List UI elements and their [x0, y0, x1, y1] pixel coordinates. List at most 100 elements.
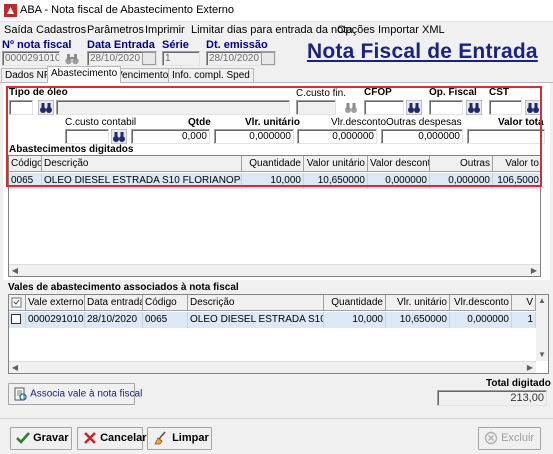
tipo-oleo-description-field[interactable] — [56, 100, 290, 115]
grid-header-quantidade[interactable]: Quantidade — [324, 295, 386, 311]
binoculars-icon[interactable] — [38, 100, 54, 115]
outras-despesas-label: Outras despesas — [386, 117, 462, 128]
cfop-label: CFOP — [364, 87, 392, 98]
table-cell[interactable]: 10,650000 — [386, 312, 450, 328]
menu-limitar-dias[interactable]: Limitar dias para entrada da nota — [191, 24, 352, 36]
cst-field[interactable] — [489, 100, 522, 115]
menu-saida[interactable]: Saída — [4, 24, 33, 36]
horizontal-scrollbar[interactable]: ◀ ▶ — [9, 361, 536, 373]
tipo-oleo-label: Tipo de óleo — [9, 87, 68, 98]
binoculars-icon[interactable] — [64, 51, 80, 66]
table-cell[interactable]: 106,5000 — [493, 173, 540, 189]
grid-header-codigo[interactable]: Código — [143, 295, 188, 311]
scroll-right-icon[interactable]: ▶ — [524, 362, 536, 373]
table-cell[interactable]: 10,000 — [242, 173, 304, 189]
tab-info-compl-sped[interactable]: Info. compl. Sped — [168, 68, 254, 82]
vertical-scrollbar[interactable]: ▲ ▼ — [536, 295, 548, 361]
grid-header-valor[interactable]: V — [512, 295, 536, 311]
grid-header-vlr-desconto[interactable]: Vlr.desconto — [450, 295, 512, 311]
scroll-down-icon[interactable]: ▼ — [536, 349, 548, 361]
qtde-field[interactable]: 0,000 — [131, 129, 210, 144]
valor-total-field[interactable] — [467, 129, 545, 144]
scroll-up-icon[interactable]: ▲ — [536, 295, 548, 307]
table-cell[interactable]: 0,000000 — [430, 173, 493, 189]
table-cell[interactable]: 28/10/2020 — [85, 312, 143, 328]
row-checkbox[interactable] — [9, 312, 26, 328]
scroll-left-icon[interactable]: ◀ — [9, 265, 21, 276]
vales-grid: Vale externo Data entrada Código Descriç… — [8, 294, 549, 374]
cfop-field[interactable] — [364, 100, 404, 115]
menu-imprimir[interactable]: Imprimir — [145, 24, 185, 36]
gravar-label: Gravar — [33, 432, 69, 444]
menu-parametros[interactable]: Parâmetros — [87, 24, 144, 36]
grid-header-valor-desconto[interactable]: Valor desconto — [368, 156, 430, 172]
table-cell[interactable]: 0,000000 — [368, 173, 430, 189]
menu-opcoes[interactable]: Opções — [337, 24, 375, 36]
ccusto-fin-field[interactable] — [296, 100, 336, 115]
grid-header-codigo[interactable]: Código — [9, 156, 42, 172]
table-cell[interactable]: OLEO DIESEL ESTRADA S10 FL... — [188, 312, 324, 328]
footer-divider — [0, 418, 553, 419]
table-cell[interactable]: 0065 — [9, 173, 42, 189]
cancel-icon — [84, 432, 96, 444]
grid-header-vlr-unitario[interactable]: Vlr. unitário — [386, 295, 450, 311]
menu-cadastros[interactable]: Cadastros — [36, 24, 86, 36]
cst-label: CST — [489, 87, 509, 98]
table-cell[interactable]: 10,650000 — [304, 173, 368, 189]
table-cell[interactable]: 0,000000 — [450, 312, 512, 328]
serie-field[interactable]: 1 — [162, 51, 200, 66]
grid-header-valor-total[interactable]: Valor to — [493, 156, 540, 172]
menu-importar-xml[interactable]: Importar XML — [378, 24, 445, 36]
tipo-oleo-code-field[interactable] — [9, 100, 33, 115]
scroll-right-icon[interactable]: ▶ — [528, 265, 540, 276]
binoculars-icon[interactable] — [466, 100, 482, 115]
grid-header-select[interactable] — [9, 295, 26, 311]
vales-title: Vales de abastecimento associados à nota… — [8, 282, 239, 293]
grid-header-valor-unitario[interactable]: Valor unitário — [304, 156, 368, 172]
serie-label: Série — [162, 39, 189, 51]
grid-header-descricao[interactable]: Descrição — [42, 156, 242, 172]
binoculars-icon[interactable] — [111, 129, 127, 144]
cancelar-label: Cancelar — [100, 432, 147, 444]
checkmark-icon — [16, 432, 30, 444]
associa-vale-button[interactable]: Associa vale à nota fiscal — [8, 383, 142, 405]
gravar-button[interactable]: Gravar — [10, 427, 72, 450]
table-cell[interactable]: 1 — [512, 312, 536, 328]
grid-header-quantidade[interactable]: Quantidade — [242, 156, 304, 172]
horizontal-scrollbar[interactable]: ◀ ▶ — [9, 264, 540, 276]
binoculars-icon[interactable] — [406, 100, 422, 115]
tab-abastecimento[interactable]: Abastecimento — [47, 66, 122, 83]
calendar-icon[interactable] — [261, 52, 275, 65]
binoculars-icon[interactable] — [343, 100, 359, 115]
ccusto-contabil-field[interactable] — [65, 129, 109, 144]
grid-header-outras[interactable]: Outras — [430, 156, 493, 172]
dt-emissao-label: Dt. emissão — [206, 39, 268, 51]
table-cell[interactable]: 0065 — [143, 312, 188, 328]
op-fiscal-field[interactable] — [429, 100, 463, 115]
ccusto-fin-label: C.custo fin. — [296, 88, 347, 99]
associa-vale-label: Associa vale à nota fiscal — [30, 388, 143, 400]
limpar-label: Limpar — [172, 432, 209, 444]
cancelar-button[interactable]: Cancelar — [77, 427, 147, 450]
scroll-left-icon[interactable]: ◀ — [9, 362, 21, 373]
grid-header-data-entrada[interactable]: Data entrada — [85, 295, 143, 311]
data-entrada-label: Data Entrada — [87, 39, 155, 51]
op-fiscal-label: Op. Fiscal — [429, 87, 477, 98]
abastecimentos-grid: Código Descrição Quantidade Valor unitár… — [8, 155, 541, 277]
vlr-desconto-field[interactable]: 0,000000 — [297, 129, 377, 144]
table-cell[interactable]: 0000291010 — [26, 312, 85, 328]
table-cell[interactable]: 10,000 — [324, 312, 386, 328]
grid-header-descricao[interactable]: Descrição — [188, 295, 324, 311]
title-bar: ABA - Nota fiscal de Abastecimento Exter… — [0, 0, 553, 22]
grid-header-vale-externo[interactable]: Vale externo — [26, 295, 85, 311]
window-title: ABA - Nota fiscal de Abastecimento Exter… — [20, 4, 235, 16]
outras-despesas-field[interactable]: 0,000000 — [381, 129, 463, 144]
limpar-button[interactable]: Limpar — [147, 427, 212, 450]
binoculars-icon[interactable] — [525, 100, 541, 115]
ccusto-contabil-label: C.custo contabil — [65, 117, 137, 128]
nota-fiscal-field[interactable]: 0000291010 — [2, 51, 60, 66]
vlr-unitario-field[interactable]: 0,000000 — [214, 129, 294, 144]
calendar-icon[interactable] — [142, 52, 156, 65]
table-cell[interactable]: OLEO DIESEL ESTRADA S10 FLORIANOPOLIS — [42, 173, 242, 189]
excluir-button[interactable]: Excluir — [478, 427, 541, 450]
